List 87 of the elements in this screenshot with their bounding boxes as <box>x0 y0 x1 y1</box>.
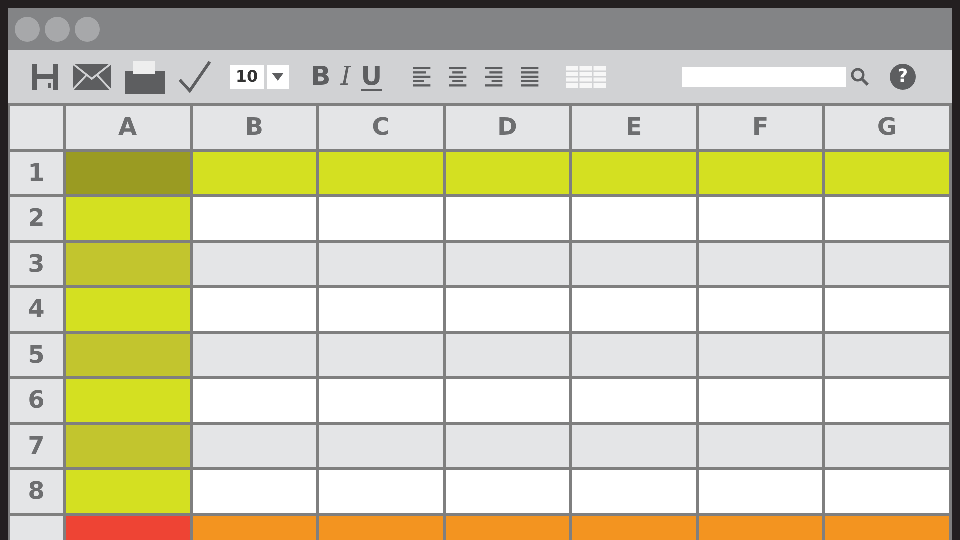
column-header[interactable]: B <box>192 106 316 148</box>
table-cell[interactable] <box>192 197 316 240</box>
row-header[interactable]: 2 <box>10 197 63 240</box>
table-cell[interactable] <box>66 288 190 330</box>
search-field[interactable] <box>682 66 846 86</box>
table-cell[interactable] <box>192 288 316 330</box>
table-cell[interactable] <box>446 152 570 194</box>
table-cell[interactable] <box>446 379 570 422</box>
table-cell[interactable] <box>192 379 316 422</box>
table-cell[interactable] <box>66 424 190 467</box>
help-button[interactable]: ? <box>890 64 916 90</box>
table-cell[interactable] <box>319 334 443 376</box>
table-cell[interactable] <box>572 470 696 512</box>
column-header[interactable]: G <box>825 106 949 148</box>
table-cell[interactable] <box>319 470 443 512</box>
table-cell[interactable] <box>572 379 696 422</box>
table-cell[interactable] <box>825 152 949 194</box>
table-cell[interactable] <box>446 288 570 330</box>
caret-icon <box>272 72 284 80</box>
table-cell[interactable] <box>66 379 190 422</box>
table-cell[interactable] <box>192 334 316 376</box>
table-cell[interactable] <box>825 242 949 285</box>
table-cell[interactable] <box>698 379 822 422</box>
table-cell[interactable] <box>698 334 822 376</box>
table-cell[interactable] <box>319 288 443 330</box>
table-cell[interactable] <box>446 242 570 285</box>
bold-button[interactable]: B <box>311 64 331 90</box>
table-cell[interactable] <box>66 334 190 376</box>
table-cell[interactable] <box>698 288 822 330</box>
window-control[interactable] <box>75 16 100 42</box>
row-header[interactable]: 3 <box>10 242 63 285</box>
save-icon[interactable] <box>30 62 60 92</box>
table-cell[interactable] <box>572 152 696 194</box>
table-cell[interactable] <box>192 470 316 512</box>
row-header[interactable]: 5 <box>10 334 63 376</box>
table-cell[interactable] <box>825 424 949 467</box>
table-cell[interactable] <box>698 470 822 512</box>
table-cell[interactable] <box>446 197 570 240</box>
table-cell[interactable] <box>192 424 316 467</box>
table-cell[interactable] <box>572 424 696 467</box>
table-cell[interactable] <box>319 152 443 194</box>
table-cell[interactable] <box>319 379 443 422</box>
mail-icon[interactable] <box>72 62 112 92</box>
table-cell[interactable] <box>66 152 190 194</box>
column-header[interactable]: E <box>572 106 696 148</box>
row-header[interactable]: 4 <box>10 288 63 330</box>
window-control[interactable] <box>15 16 40 42</box>
checkmark-icon[interactable] <box>178 60 212 94</box>
column-header[interactable]: F <box>698 106 822 148</box>
table-cell[interactable] <box>825 197 949 240</box>
table-cell[interactable] <box>825 379 949 422</box>
table-cell[interactable] <box>572 197 696 240</box>
row-header[interactable]: 6 <box>10 379 63 422</box>
table-cell[interactable] <box>446 470 570 512</box>
table-cell[interactable] <box>698 197 822 240</box>
table-cell[interactable] <box>825 470 949 512</box>
table-cell[interactable] <box>698 424 822 467</box>
table-cell[interactable] <box>572 288 696 330</box>
table-cell[interactable] <box>572 334 696 376</box>
table-icon[interactable] <box>566 66 606 88</box>
search-icon[interactable] <box>850 66 870 86</box>
column-header[interactable]: A <box>66 106 190 148</box>
table-cell[interactable] <box>319 424 443 467</box>
printer-icon[interactable] <box>124 58 166 94</box>
italic-button[interactable]: I <box>340 64 352 90</box>
table-cell[interactable] <box>66 242 190 285</box>
corner-cell <box>10 106 63 148</box>
column-header[interactable]: C <box>319 106 443 148</box>
table-cell[interactable] <box>66 197 190 240</box>
table-cell[interactable] <box>825 334 949 376</box>
table-cell[interactable] <box>698 242 822 285</box>
table-cell[interactable] <box>319 242 443 285</box>
table-cell[interactable] <box>446 334 570 376</box>
row-header[interactable]: 7 <box>10 424 63 467</box>
underline-button[interactable]: U <box>361 64 382 90</box>
table-cell[interactable] <box>192 152 316 194</box>
row-header[interactable]: 1 <box>10 152 63 194</box>
table-cell[interactable] <box>446 424 570 467</box>
column-header[interactable]: D <box>446 106 570 148</box>
table-cell[interactable] <box>698 152 822 194</box>
table-cell[interactable] <box>572 242 696 285</box>
table-cell[interactable] <box>825 288 949 330</box>
row-header[interactable]: 8 <box>10 470 63 512</box>
table-cell[interactable] <box>192 242 316 285</box>
window-control[interactable] <box>45 16 70 42</box>
table-cell[interactable] <box>319 197 443 240</box>
table-cell[interactable] <box>66 470 190 512</box>
